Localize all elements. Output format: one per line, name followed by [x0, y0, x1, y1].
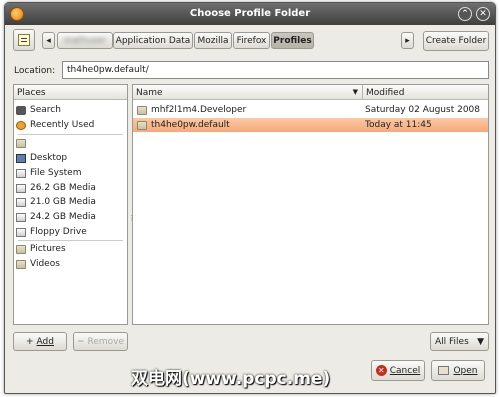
watermark: 双电网(www.pcpc.me) — [131, 369, 331, 389]
scroll-left-button[interactable]: ◂ — [42, 32, 55, 49]
places-item-home[interactable] — [14, 136, 127, 150]
window-title: Choose Profile Folder — [189, 8, 311, 19]
files-panel: Name ▼ Modified mhf2l1m4.Developer Satur… — [132, 84, 489, 325]
cancel-button[interactable]: ✕ Cancel — [371, 360, 425, 381]
file-chooser-dialog: Choose Profile Folder ⌃ ✕ ◂ mathuser App… — [4, 2, 496, 394]
places-separator — [18, 134, 123, 135]
crumb-mozilla-button[interactable]: Mozilla — [194, 32, 232, 49]
places-item-desktop[interactable]: Desktop — [14, 151, 127, 165]
drive-icon — [16, 183, 26, 193]
location-input[interactable]: th4he0pw.default/ — [62, 61, 489, 79]
open-button[interactable]: Open — [431, 360, 485, 381]
places-header[interactable]: Places — [14, 85, 127, 100]
file-row-selected[interactable]: th4he0pw.default Today at 11:45 — [133, 118, 488, 132]
open-folder-icon — [438, 366, 450, 375]
name-column-header[interactable]: Name ▼ — [133, 85, 362, 100]
edit-icon — [18, 34, 30, 46]
places-panel: Places Search Recently Used Desktop File… — [13, 84, 128, 325]
places-item-search[interactable]: Search — [14, 103, 127, 117]
drive-icon — [16, 197, 26, 207]
sort-desc-icon: ▼ — [352, 88, 358, 96]
title-bar: Choose Profile Folder ⌃ ✕ — [5, 3, 495, 25]
crumb-firefox-button[interactable]: Firefox — [233, 32, 270, 49]
folder-icon — [137, 120, 147, 130]
crumb-application-data-button[interactable]: Application Data — [113, 32, 193, 49]
places-item-media-3[interactable]: 24.2 GB Media — [14, 210, 127, 224]
places-item-file-system[interactable]: File System — [14, 166, 127, 180]
home-folder-icon — [16, 138, 26, 148]
folder-icon — [16, 244, 26, 254]
plus-icon: + — [26, 336, 34, 347]
drive-icon — [16, 168, 26, 178]
places-item-media-1[interactable]: 26.2 GB Media — [14, 181, 127, 195]
file-filter-select[interactable]: All Files ▼ — [430, 332, 489, 351]
scroll-right-button[interactable]: ▸ — [401, 32, 414, 49]
file-row[interactable]: mhf2l1m4.Developer Saturday 02 August 20… — [133, 103, 488, 117]
drive-icon — [16, 212, 26, 222]
floppy-icon — [16, 227, 26, 237]
close-icon[interactable]: ✕ — [476, 7, 490, 21]
places-item-floppy[interactable]: Floppy Drive — [14, 225, 127, 239]
toggle-location-button[interactable] — [13, 29, 35, 51]
create-folder-button[interactable]: Create Folder — [423, 31, 489, 51]
places-item-recently-used[interactable]: Recently Used — [14, 118, 127, 132]
clock-icon — [16, 120, 26, 130]
remove-bookmark-button[interactable]: − Remove — [73, 332, 128, 351]
crumb-home-button[interactable]: mathuser — [57, 32, 113, 49]
places-item-media-2[interactable]: 21.0 GB Media — [14, 195, 127, 209]
crumb-profiles-button[interactable]: Profiles — [271, 32, 314, 49]
places-item-videos[interactable]: Videos — [14, 257, 127, 271]
maximize-icon[interactable]: ⌃ — [458, 7, 472, 21]
add-bookmark-button[interactable]: + Add — [13, 332, 67, 351]
desktop-icon — [16, 153, 26, 163]
dropdown-arrow-icon: ▼ — [477, 336, 484, 347]
modified-column-header[interactable]: Modified — [362, 85, 488, 100]
folder-icon — [137, 105, 147, 115]
binoculars-icon — [16, 105, 26, 115]
minus-icon: − — [76, 336, 85, 347]
folder-icon — [16, 259, 26, 269]
location-label: Location: — [14, 66, 56, 76]
places-item-pictures[interactable]: Pictures — [14, 242, 127, 256]
places-separator — [18, 240, 123, 241]
cancel-icon: ✕ — [375, 365, 387, 376]
